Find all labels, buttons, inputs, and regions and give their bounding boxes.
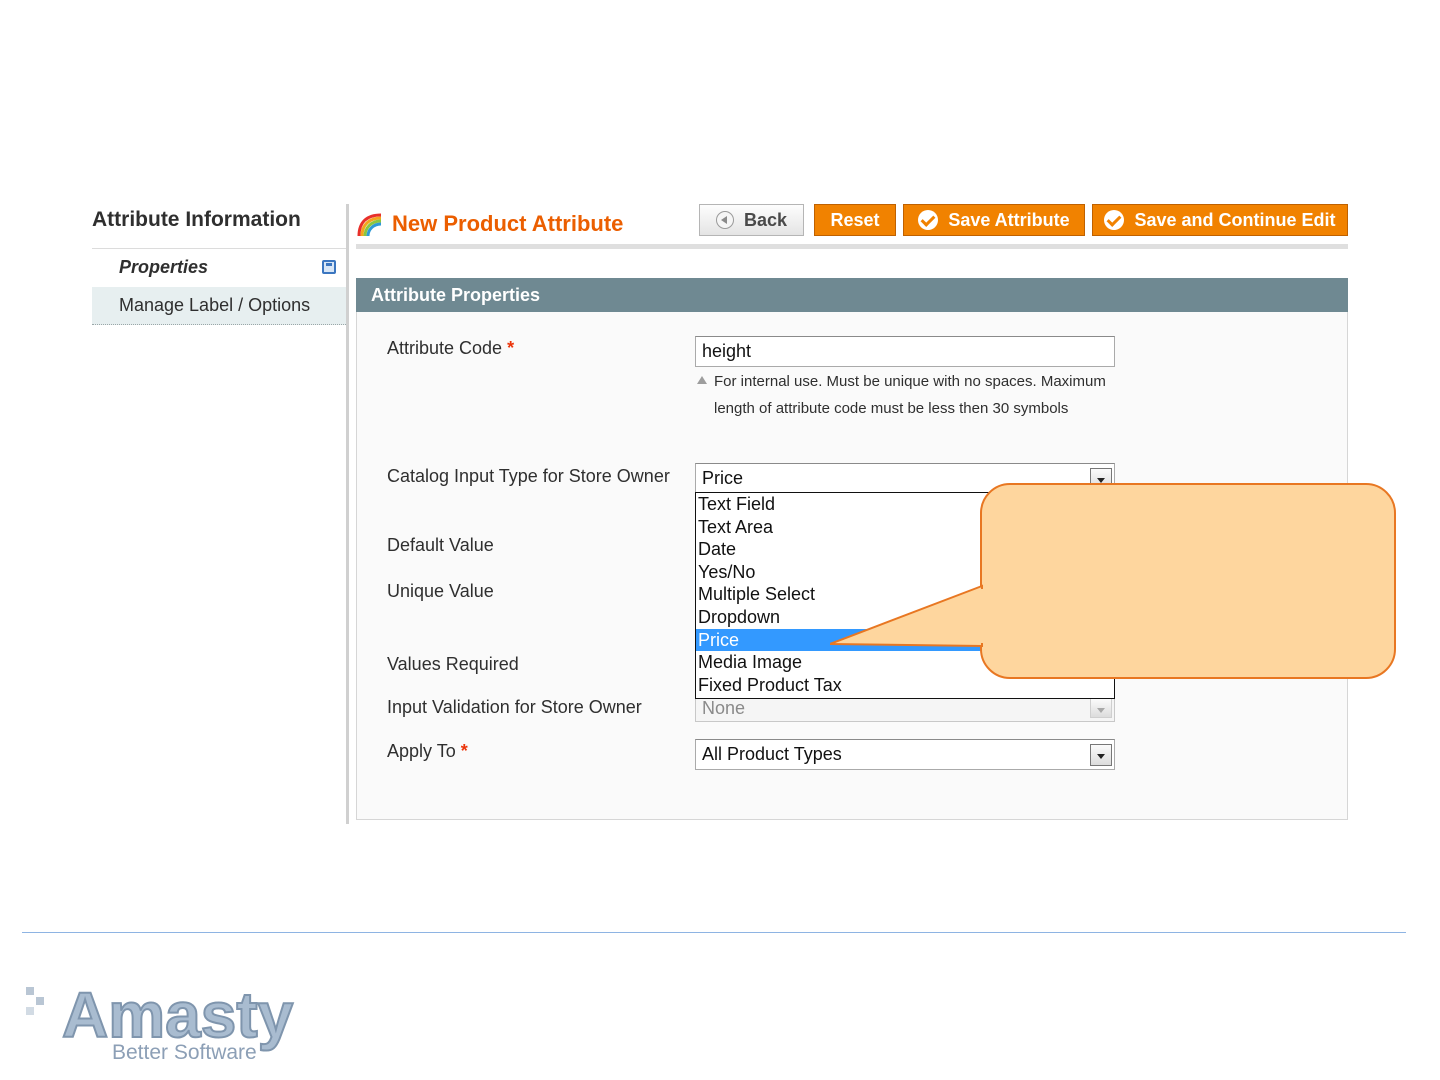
section-header: Attribute Properties (356, 278, 1348, 312)
reset-button-label: Reset (830, 209, 880, 230)
arrow-left-icon (715, 211, 734, 229)
reset-button[interactable]: Reset (814, 204, 896, 236)
attribute-code-note: For internal use. Must be unique with no… (714, 373, 1106, 417)
floppy-disk-icon (322, 260, 336, 274)
default-value-label: Default Value (387, 535, 494, 555)
attribute-code-value: height (702, 341, 752, 361)
back-button[interactable]: Back (699, 204, 804, 236)
sidebar-divider (346, 204, 349, 824)
save-and-continue-button-label: Save and Continue Edit (1134, 209, 1336, 230)
rainbow-icon (357, 213, 382, 237)
page-title: New Product Attribute (392, 211, 624, 236)
tab-properties[interactable]: Properties (92, 248, 348, 286)
check-icon (1104, 210, 1125, 230)
logo-tagline: Better Software (112, 1041, 257, 1064)
callout-pointer (830, 584, 999, 648)
unique-value-label: Unique Value (387, 581, 494, 601)
required-marker: * (507, 338, 515, 358)
attribute-code-label: Attribute Code * (387, 335, 514, 362)
tab-properties-label: Properties (119, 257, 209, 277)
sidebar-title: Attribute Information (92, 208, 301, 231)
apply-to-value: All Product Types (702, 744, 842, 764)
save-and-continue-button[interactable]: Save and Continue Edit (1092, 204, 1348, 236)
header-divider (356, 244, 1348, 249)
chevron-down-icon (1090, 698, 1112, 718)
back-button-label: Back (743, 209, 788, 230)
input-validation-value: None (702, 697, 746, 718)
footer-divider (22, 932, 1406, 933)
sidebar-tabs: Properties Manage Label / Options (92, 248, 348, 325)
attribute-code-input[interactable]: height (695, 336, 1115, 367)
tab-manage-label-options-label: Manage Label / Options (119, 295, 311, 315)
chevron-down-icon[interactable] (1090, 744, 1112, 766)
attribute-code-label-text: Attribute Code (387, 338, 503, 358)
apply-to-label-text: Apply To (387, 741, 456, 761)
save-attribute-button[interactable]: Save Attribute (903, 204, 1085, 236)
callout-box (980, 483, 1396, 679)
save-attribute-button-label: Save Attribute (948, 209, 1070, 230)
catalog-input-type-value: Price (702, 468, 744, 488)
apply-to-label: Apply To * (387, 738, 468, 765)
values-required-label: Values Required (387, 654, 519, 674)
catalog-input-type-label: Catalog Input Type for Store Owner (387, 466, 670, 486)
section-title: Attribute Properties (371, 284, 541, 305)
note-triangle-icon (697, 376, 707, 384)
input-validation-label: Input Validation for Store Owner (387, 697, 642, 717)
apply-to-select[interactable]: All Product Types (695, 739, 1115, 770)
check-icon (918, 210, 939, 230)
required-marker: * (460, 741, 468, 761)
tab-manage-label-options[interactable]: Manage Label / Options (92, 287, 348, 325)
